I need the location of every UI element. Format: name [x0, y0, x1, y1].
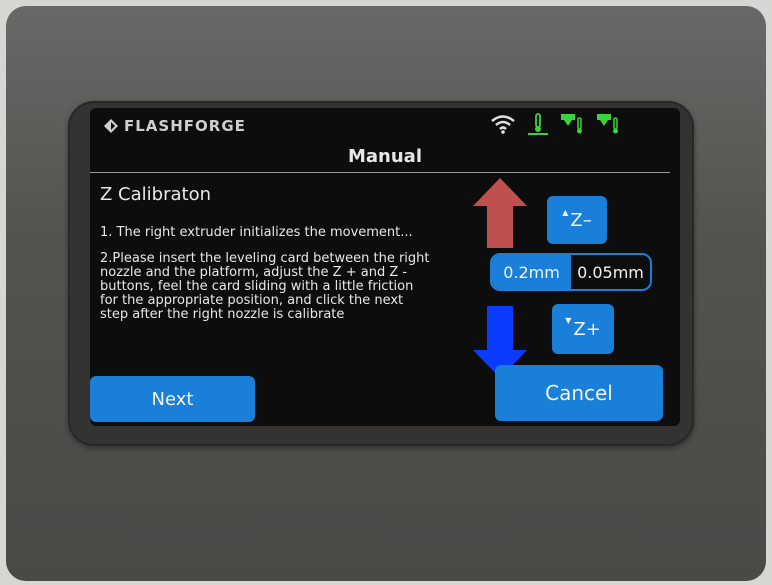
up-arrow-annotation-icon: [473, 178, 527, 248]
up-small-icon: ▲: [562, 208, 569, 217]
instruction-step-2: 2.Please insert the leveling card betwee…: [100, 251, 430, 322]
flashforge-logo-icon: [104, 119, 118, 133]
step-option-0-05mm[interactable]: 0.05mm: [571, 255, 650, 289]
section-title: Z Calibraton: [100, 184, 211, 205]
instructions-text: 1. The right extruder initializes the mo…: [100, 226, 430, 334]
left-nozzle-temp-icon: [561, 114, 582, 134]
z-minus-label: Z–: [570, 209, 592, 231]
instruction-step-1: 1. The right extruder initializes the mo…: [100, 225, 413, 240]
touch-screen: FLASHFORGE Manual Z Calibraton 1. The ri…: [90, 108, 680, 426]
brand-name: FLASHFORGE: [124, 117, 246, 135]
z-minus-button[interactable]: ▲ Z–: [547, 196, 607, 244]
z-plus-label: Z+: [573, 318, 601, 340]
right-nozzle-temp-icon: [597, 114, 618, 134]
title-divider: [90, 172, 670, 173]
z-plus-button[interactable]: ▼ Z+: [552, 304, 614, 354]
step-size-selector: 0.2mm 0.05mm: [490, 253, 652, 291]
page-title: Manual: [347, 146, 422, 167]
up-arrow-shape: [473, 178, 527, 248]
status-bar: [490, 112, 622, 136]
wifi-icon: [491, 115, 515, 134]
step-option-0-2mm[interactable]: 0.2mm: [492, 255, 571, 289]
brand-logo: FLASHFORGE: [104, 117, 246, 135]
down-small-icon: ▼: [565, 316, 572, 325]
cancel-button[interactable]: Cancel: [495, 365, 663, 421]
platform-temp-icon: [528, 113, 548, 135]
next-button[interactable]: Next: [90, 376, 255, 422]
